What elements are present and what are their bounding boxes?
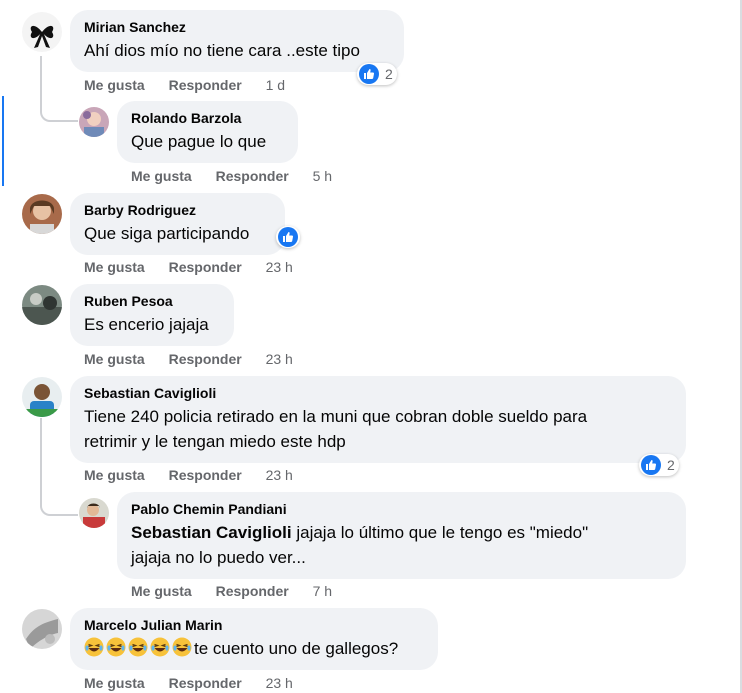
laughing-emoji-icon <box>172 637 192 657</box>
timestamp[interactable]: 7 h <box>313 583 332 599</box>
comment-text-line: Sebastian Caviglioli jajaja lo último qu… <box>131 520 674 545</box>
comment-text: Ahí dios mío no tiene cara ..este tipo <box>84 41 360 60</box>
timestamp[interactable]: 5 h <box>313 168 332 184</box>
reaction-summary[interactable]: 2 <box>357 63 397 85</box>
reaction-count: 2 <box>667 457 675 473</box>
comment-text: Que siga participando <box>84 224 250 243</box>
comment-author[interactable]: Ruben Pesoa <box>84 292 222 310</box>
timestamp[interactable]: 23 h <box>266 351 293 367</box>
thread-line <box>40 418 42 504</box>
comment-bubble: Barby Rodriguez Que siga participando <box>70 193 285 255</box>
reply-button[interactable]: Responder <box>216 168 289 184</box>
like-icon <box>641 455 661 475</box>
laughing-emoji-icon <box>150 637 170 657</box>
laughing-emoji-icon <box>106 637 126 657</box>
avatar[interactable] <box>22 12 62 52</box>
reply-button[interactable]: Responder <box>169 675 242 691</box>
reaction-count: 2 <box>385 66 393 82</box>
comment-author[interactable]: Sebastian Caviglioli <box>84 384 674 402</box>
reply-button[interactable]: Responder <box>169 77 242 93</box>
comment-bubble: Rolando Barzola Que pague lo que <box>117 101 298 163</box>
timestamp[interactable]: 23 h <box>266 467 293 483</box>
avatar[interactable] <box>22 377 62 417</box>
like-button[interactable]: Me gusta <box>131 583 192 599</box>
comment-author[interactable]: Mirian Sanchez <box>84 18 392 36</box>
reply-button[interactable]: Responder <box>216 583 289 599</box>
comment-actions: Me gusta Responder 5 h <box>131 168 352 184</box>
comment-author[interactable]: Pablo Chemin Pandiani <box>131 500 674 518</box>
thread-curve <box>40 502 78 516</box>
avatar[interactable] <box>79 498 109 528</box>
comment-actions: Me gusta Responder 23 h <box>84 467 313 483</box>
laughing-emoji-icon <box>128 637 148 657</box>
like-button[interactable]: Me gusta <box>131 168 192 184</box>
like-button[interactable]: Me gusta <box>84 675 145 691</box>
comment-text: Sebastian Caviglioli jajaja lo último qu… <box>131 520 674 570</box>
avatar[interactable] <box>79 107 109 137</box>
comment-text-fragment: jajaja lo último que le tengo es "miedo" <box>291 523 589 542</box>
timestamp[interactable]: 1 d <box>266 77 285 93</box>
reply-button[interactable]: Responder <box>169 259 242 275</box>
reaction-summary[interactable] <box>276 226 300 248</box>
comment-actions: Me gusta Responder 23 h <box>84 351 313 367</box>
like-button[interactable]: Me gusta <box>84 351 145 367</box>
like-icon <box>278 227 298 247</box>
comment-text: Es encerio jajaja <box>84 315 209 334</box>
comment-bubble: Pablo Chemin Pandiani Sebastian Caviglio… <box>117 492 686 579</box>
timestamp[interactable]: 23 h <box>266 675 293 691</box>
reply-button[interactable]: Responder <box>169 467 242 483</box>
comment-text-line: Tiene 240 policia retirado en la muni qu… <box>84 407 588 426</box>
comment-author[interactable]: Rolando Barzola <box>131 109 286 127</box>
comment-text: Tiene 240 policia retirado en la muni qu… <box>84 404 674 454</box>
comment-author[interactable]: Barby Rodriguez <box>84 201 273 219</box>
comment-actions: Me gusta Responder 23 h <box>84 675 313 691</box>
comment-author[interactable]: Marcelo Julian Marin <box>84 616 426 634</box>
like-button[interactable]: Me gusta <box>84 467 145 483</box>
comment-text-fragment: te cuento uno de gallegos? <box>194 639 399 658</box>
reply-button[interactable]: Responder <box>169 351 242 367</box>
like-button[interactable]: Me gusta <box>84 77 145 93</box>
avatar[interactable] <box>22 609 62 649</box>
comment-actions: Me gusta Responder 23 h <box>84 259 313 275</box>
comment-actions: Me gusta Responder 7 h <box>131 583 352 599</box>
comment-text: te cuento uno de gallegos? <box>84 636 426 661</box>
laughing-emoji-icon <box>84 637 104 657</box>
thread-line <box>40 56 42 108</box>
comment-text: Que pague lo que <box>131 132 267 151</box>
avatar[interactable] <box>22 285 62 325</box>
mention-link[interactable]: Sebastian Caviglioli <box>131 523 292 542</box>
comment-bubble: Marcelo Julian Marin te cuento uno de ga… <box>70 608 438 670</box>
comment-bubble: Mirian Sanchez Ahí dios mío no tiene car… <box>70 10 404 72</box>
comment-bubble: Ruben Pesoa Es encerio jajaja <box>70 284 234 346</box>
comment-actions: Me gusta Responder 1 d <box>84 77 305 93</box>
comment-bubble: Sebastian Caviglioli Tiene 240 policia r… <box>70 376 686 463</box>
comment-text-line: jajaja no lo puedo ver... <box>131 548 306 567</box>
reaction-summary[interactable]: 2 <box>639 454 679 476</box>
comment-text-line: retrimir y le tengan miedo este hdp <box>84 432 346 451</box>
like-button[interactable]: Me gusta <box>84 259 145 275</box>
avatar[interactable] <box>22 194 62 234</box>
emoji-row <box>84 637 194 658</box>
active-thread-indicator <box>2 96 4 186</box>
thread-curve <box>40 108 78 122</box>
timestamp[interactable]: 23 h <box>266 259 293 275</box>
like-icon <box>359 64 379 84</box>
